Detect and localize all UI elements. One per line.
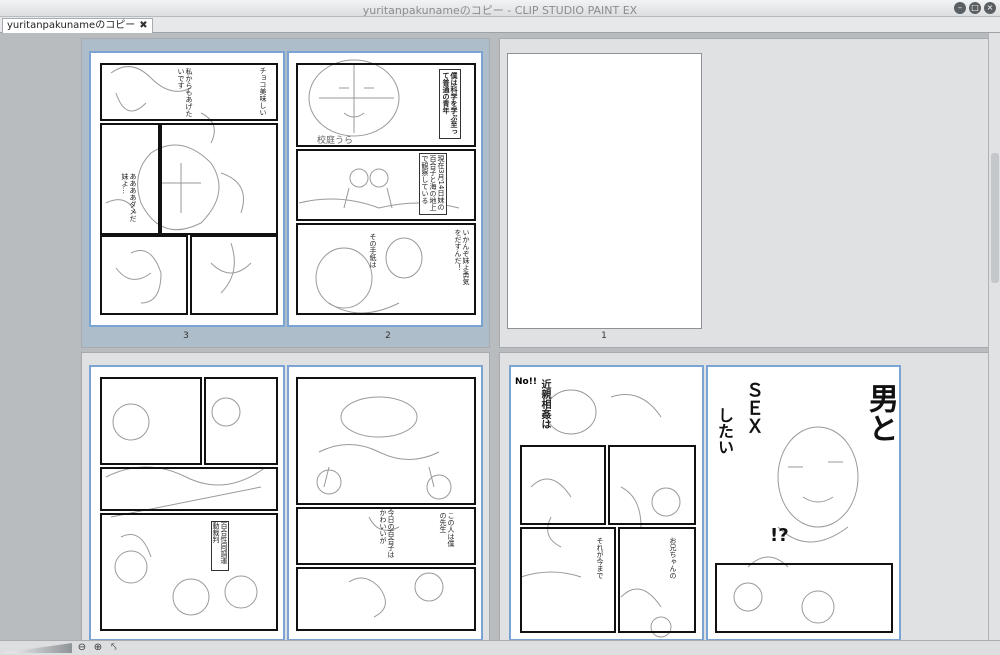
minimize-icon[interactable]: – xyxy=(954,2,966,14)
caption-text: 現在3月14日妹の百合子と海の地上で観察している xyxy=(419,153,447,215)
caption-text: 僕は科学を学ぶ至って普通の青年 xyxy=(439,69,461,139)
title-text: 近親相姦は xyxy=(539,379,550,429)
zoom-out-icon[interactable]: ⊖ xyxy=(76,642,88,654)
speech-text: 私からもあげたいです xyxy=(177,68,193,117)
panel xyxy=(715,563,893,633)
panel xyxy=(296,567,476,631)
page-right-thumbnail[interactable]: ＳＥＸ したい 男と !? xyxy=(706,365,901,640)
scrollbar-thumb[interactable] xyxy=(991,153,999,283)
document-tab[interactable]: yuritanpakunameのコピー ✖ xyxy=(2,18,153,33)
title-exclaim: !? xyxy=(770,525,789,546)
title-shitai: したい xyxy=(715,407,734,455)
tab-label: yuritanpakunameのコピー xyxy=(7,20,136,31)
title-sex: ＳＥＸ xyxy=(743,381,764,435)
page-3-thumbnail[interactable]: 私からもあげたいです チョコ美味しい ああああダメだ妹よ… xyxy=(89,51,285,327)
title-otoko: 男と xyxy=(863,383,898,443)
vertical-scrollbar[interactable] xyxy=(988,33,1000,640)
window-title: yuritanpakunameのコピー - CLIP STUDIO PAINT … xyxy=(362,4,638,17)
zoom-slider[interactable] xyxy=(2,643,72,653)
panel xyxy=(100,377,202,465)
speech-text: それが今まで xyxy=(596,537,604,579)
panel xyxy=(618,527,696,633)
rotate-icon[interactable]: ⤣ xyxy=(108,642,120,654)
panel xyxy=(296,223,476,315)
spread-title-pages[interactable]: 近親相姦は No!! それが今まで お兄ちゃんの ＳＥＸ したい 男と !? xyxy=(499,352,990,640)
panel xyxy=(296,149,476,221)
speech-text: チョコ美味しい xyxy=(259,67,267,116)
speech-text: この人は僕の先生 xyxy=(439,512,455,547)
page-2-thumbnail[interactable]: 僕は科学を学ぶ至って普通の青年 校庭うら 現在3月14日妹の百合子と海の地上で観… xyxy=(287,51,483,327)
speech-text: お兄ちゃんの xyxy=(669,537,677,579)
page-4-left-thumbnail[interactable]: 今日の百合子はかわいいが この人は僕の先生 xyxy=(287,365,483,640)
speech-text: 今日の百合子はかわいいが xyxy=(379,509,395,558)
spread-page-1[interactable]: 1 xyxy=(499,38,990,348)
maximize-icon[interactable]: □ xyxy=(969,2,981,14)
tab-bar: yuritanpakunameのコピー ✖ xyxy=(0,17,1000,33)
panel xyxy=(100,513,278,631)
spread-pages-5-4[interactable]: 百合性同調運動裁判 今日の百合子はかわいいが この人は僕の先生 xyxy=(81,352,490,640)
sketch-note: 校庭うら xyxy=(317,136,354,146)
panel xyxy=(100,467,278,511)
speech-text: 百合性同調運動裁判 xyxy=(211,521,229,571)
panel xyxy=(100,235,188,315)
close-icon[interactable]: × xyxy=(984,2,996,14)
page-1-thumbnail[interactable] xyxy=(507,53,702,329)
page-number: 2 xyxy=(385,331,391,341)
panel xyxy=(520,445,606,525)
page-number: 1 xyxy=(601,331,607,341)
spread-pages-3-2[interactable]: 私からもあげたいです チョコ美味しい ああああダメだ妹よ… 僕は科学を学ぶ至って… xyxy=(81,38,490,348)
panel xyxy=(190,235,278,315)
page-manager-canvas[interactable]: 私からもあげたいです チョコ美味しい ああああダメだ妹よ… 僕は科学を学ぶ至って… xyxy=(0,33,1000,640)
panel xyxy=(296,377,476,505)
speech-text: ああああダメだ妹よ… xyxy=(121,173,137,222)
window-controls: – □ × xyxy=(954,2,996,14)
speech-text: いかんぞ妹よ勇気をだすんだ！ xyxy=(454,229,470,285)
panel xyxy=(608,445,696,525)
panel xyxy=(160,123,278,235)
page-5-thumbnail[interactable]: 百合性同調運動裁判 xyxy=(89,365,285,640)
page-left-thumbnail[interactable]: 近親相姦は No!! それが今まで お兄ちゃんの xyxy=(509,365,704,640)
title-bar: yuritanpakunameのコピー - CLIP STUDIO PAINT … xyxy=(0,0,1000,17)
zoom-in-icon[interactable]: ⊕ xyxy=(92,642,104,654)
panel xyxy=(204,377,278,465)
page-number: 3 xyxy=(183,331,189,341)
title-text: No!! xyxy=(515,377,537,387)
status-bar: ⊖ ⊕ ⤣ xyxy=(0,640,1000,655)
speech-text: その手紙は xyxy=(369,233,377,268)
tab-close-icon[interactable]: ✖ xyxy=(139,19,147,33)
